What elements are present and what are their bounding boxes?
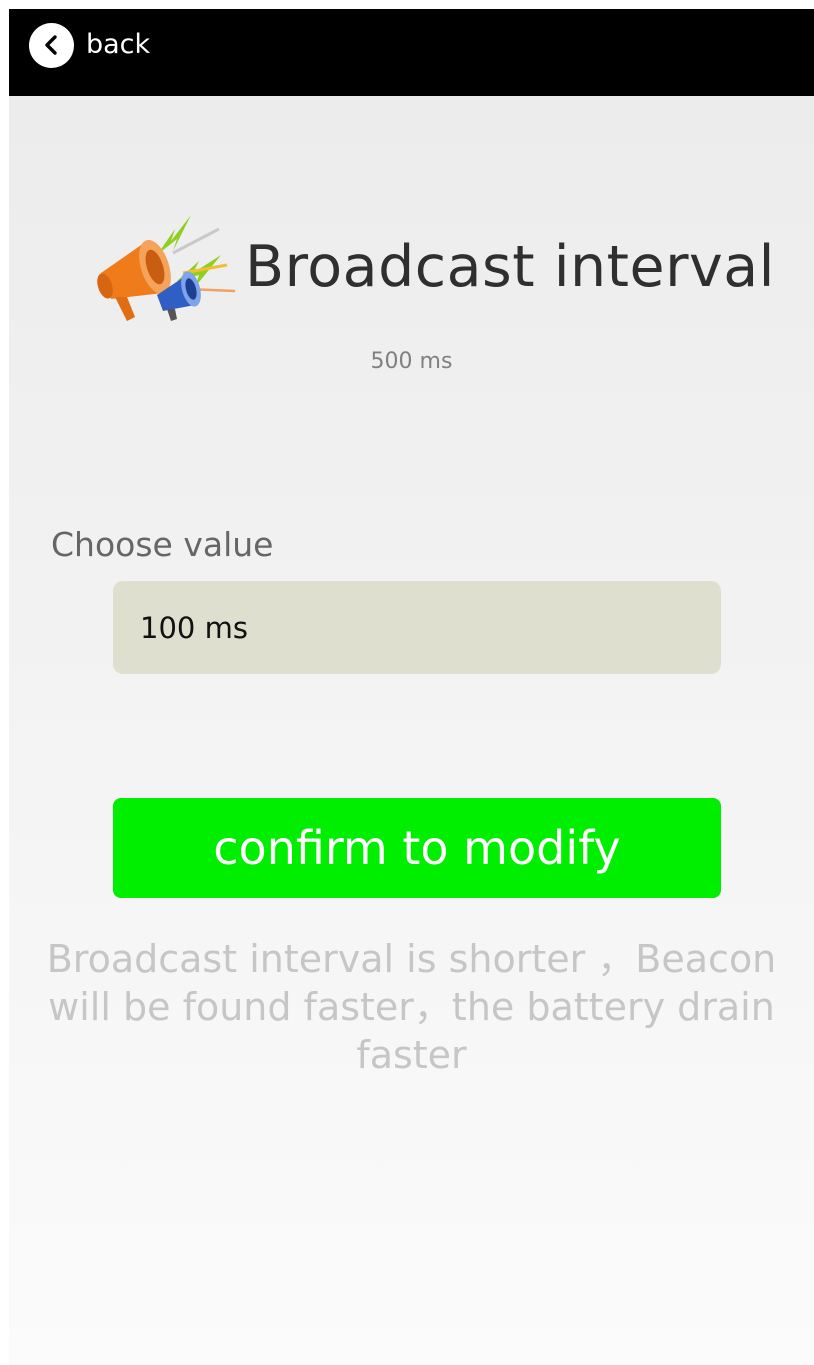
- megaphone-icon: [87, 207, 237, 327]
- hint-text: Broadcast interval is shorter ，Beacon wi…: [46, 937, 777, 1077]
- selected-value-text: 100 ms: [140, 610, 248, 645]
- interval-value-select[interactable]: 100 ms: [113, 581, 721, 674]
- back-label: back: [86, 29, 151, 60]
- confirm-modify-button[interactable]: confirm to modify: [113, 798, 721, 898]
- chevron-left-icon: [29, 22, 74, 68]
- top-bar: back: [9, 9, 814, 96]
- back-button[interactable]: back: [29, 21, 150, 69]
- current-value-text: 500 ms: [370, 349, 453, 374]
- app-screen: back Broadcast interval 500 ms Choose va…: [9, 9, 814, 1365]
- title-row: Broadcast interval: [87, 207, 775, 327]
- choose-value-label: Choose value: [51, 525, 274, 564]
- page-title: Broadcast interval: [245, 234, 776, 300]
